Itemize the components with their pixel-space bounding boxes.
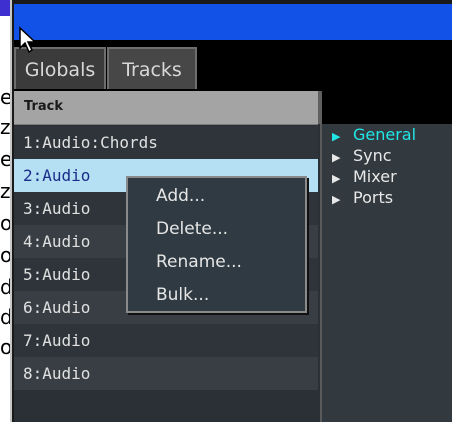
background-letter: d — [0, 276, 10, 298]
tree-item-label: Mixer — [353, 167, 397, 186]
background-letter: d — [0, 306, 10, 328]
track-column-header[interactable]: Track — [24, 99, 63, 114]
settings-tree-header — [322, 91, 452, 124]
tab-tracks[interactable]: Tracks — [107, 47, 197, 89]
track-row-7[interactable]: 7:Audio — [14, 324, 318, 357]
background-letter: e — [0, 148, 10, 170]
expand-arrow-icon[interactable]: ▶ — [332, 127, 353, 147]
titlebar-top-edge — [14, 0, 452, 4]
expand-arrow-icon[interactable]: ▶ — [332, 148, 353, 168]
window-titlebar[interactable] — [14, 0, 452, 40]
expand-arrow-icon[interactable]: ▶ — [332, 169, 353, 189]
menu-item-add[interactable]: Add... — [156, 184, 205, 208]
background-window-titlebar — [0, 0, 10, 16]
background-letter: z — [0, 180, 10, 202]
tree-item-ports[interactable]: ▶ Ports — [332, 188, 393, 210]
menu-item-rename[interactable]: Rename... — [156, 250, 242, 274]
background-letter: o — [0, 336, 10, 358]
background-letter: o — [0, 244, 10, 266]
mouse-pointer-icon — [19, 26, 37, 54]
track-row-8[interactable]: 8:Audio — [14, 357, 318, 390]
background-letter: o — [0, 212, 10, 234]
tree-item-mixer[interactable]: ▶ Mixer — [332, 167, 397, 189]
tree-item-label: General — [353, 125, 417, 144]
track-row-1[interactable]: 1:Audio:Chords — [14, 126, 318, 159]
tree-item-general[interactable]: ▶ General — [332, 125, 416, 147]
context-menu — [126, 176, 307, 313]
tree-item-sync[interactable]: ▶ Sync — [332, 146, 392, 168]
menu-item-delete[interactable]: Delete... — [156, 217, 228, 241]
background-letter: z — [0, 116, 10, 138]
expand-arrow-icon[interactable]: ▶ — [332, 190, 353, 210]
tree-item-label: Sync — [353, 146, 392, 165]
tree-item-label: Ports — [353, 188, 394, 207]
menu-item-bulk[interactable]: Bulk... — [156, 283, 209, 307]
background-window-strip: e z e z o o d d o — [0, 0, 10, 422]
background-letter: e — [0, 86, 10, 108]
